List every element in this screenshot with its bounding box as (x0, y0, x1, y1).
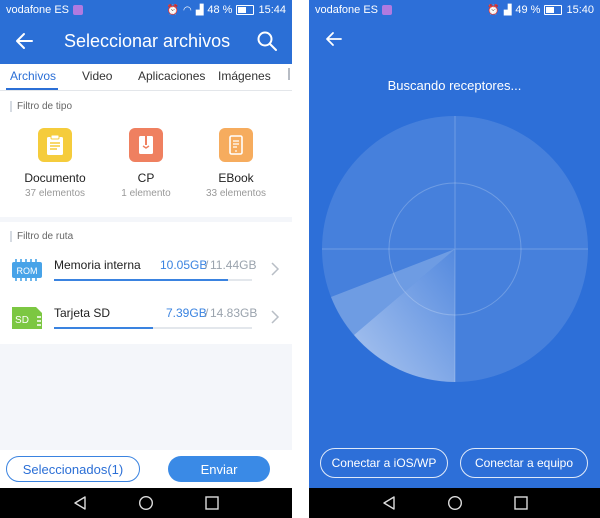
type-name: EBook (218, 171, 254, 185)
nav-recents-icon[interactable] (513, 495, 529, 511)
carrier-name: vodafone ES (315, 4, 378, 16)
sd-label: SD (15, 315, 29, 326)
nav-home-icon[interactable] (447, 495, 463, 511)
notification-icon (73, 5, 83, 15)
storage-separator: / (205, 306, 209, 320)
storage-total: 14.83GB (210, 306, 258, 320)
type-count: 37 elementos (24, 188, 86, 199)
connect-ios-wp-button[interactable]: Conectar a iOS/WP (320, 448, 448, 478)
back-arrow-icon[interactable] (12, 28, 38, 54)
storage-row-sd[interactable]: SD Tarjeta SD 7.39GB / 14.83GB (0, 296, 292, 338)
tab-archivos[interactable]: Archivos (10, 69, 56, 83)
chevron-right-icon (271, 310, 280, 324)
tab-video[interactable]: Video (82, 69, 112, 83)
tab-overflow-indicator (288, 68, 290, 80)
nav-home-icon[interactable] (138, 495, 154, 511)
storage-name: Tarjeta SD (54, 306, 111, 320)
storage-total: 11.44GB (210, 258, 257, 272)
tab-bar: Archivos Video Aplicaciones Imágenes (0, 64, 292, 91)
clock: 15:44 (258, 4, 286, 16)
battery-percent: 49 % (515, 4, 541, 16)
rom-chip-icon: ROM (12, 259, 42, 281)
selected-button[interactable]: Seleccionados(1) (6, 456, 140, 482)
signal-icon: ▟ (503, 4, 512, 16)
storage-used: 7.39GB (166, 306, 207, 320)
storage-separator: / (205, 258, 209, 272)
page-title: Seleccionar archivos (64, 31, 231, 51)
sd-card-icon: SD (12, 307, 42, 329)
search-icon[interactable] (256, 30, 278, 52)
status-bar: vodafone ES ⏰ ◠ ▟ 48 % 15:44 (0, 0, 292, 20)
battery-icon (236, 5, 255, 15)
storage-progress-track (54, 279, 252, 281)
chevron-right-icon (271, 262, 280, 276)
storage-row-internal[interactable]: ROM Memoria interna 10.05GB / 11.44GB (0, 248, 292, 290)
tab-aplicaciones[interactable]: Aplicaciones (138, 69, 205, 83)
alarm-icon: ⏰ (487, 4, 500, 16)
phone-right-receiver-search: vodafone ES ⏰ ▟ 49 % 15:40 Buscando rece… (309, 0, 600, 518)
phone-left-file-selector: vodafone ES ⏰ ◠ ▟ 48 % 15:44 Seleccionar… (0, 0, 292, 518)
nav-back-icon[interactable] (381, 495, 397, 511)
type-filter-label: Filtro de tipo (10, 101, 72, 112)
signal-icon: ▟ (195, 4, 204, 16)
storage-name: Memoria interna (54, 258, 141, 272)
bottom-action-bar: Seleccionados(1) Enviar (0, 450, 292, 488)
storage-progress-fill (54, 279, 228, 281)
wifi-icon: ◠ (182, 4, 192, 16)
rom-label: ROM (17, 266, 38, 276)
notification-icon (382, 5, 392, 15)
app-bar: Seleccionar archivos (0, 20, 292, 64)
clock: 15:40 (566, 4, 594, 16)
status-bar: vodafone ES ⏰ ▟ 49 % 15:40 (309, 0, 600, 20)
system-nav-bar (0, 488, 292, 518)
tab-imagenes[interactable]: Imágenes (218, 69, 271, 83)
storage-progress-track (54, 327, 252, 329)
search-status-title: Buscando receptores... (387, 78, 522, 93)
ebook-icon (219, 128, 253, 162)
carrier-name: vodafone ES (6, 4, 69, 16)
system-nav-bar (309, 488, 600, 518)
type-item-cp[interactable]: CP 1 elemento (106, 128, 186, 199)
alarm-icon: ⏰ (166, 4, 179, 16)
battery-icon (544, 5, 563, 15)
archive-icon (129, 128, 163, 162)
connect-pc-button[interactable]: Conectar a equipo (460, 448, 588, 478)
active-tab-indicator (6, 88, 58, 90)
type-name: CP (137, 171, 155, 185)
type-count: 1 elemento (121, 188, 171, 199)
nav-recents-icon[interactable] (204, 495, 220, 511)
send-button[interactable]: Enviar (168, 456, 270, 482)
radar-animation (322, 116, 588, 382)
clipboard-icon (38, 128, 72, 162)
type-item-documento[interactable]: Documento 37 elementos (15, 128, 95, 199)
type-name: Documento (24, 171, 86, 185)
type-item-ebook[interactable]: EBook 33 elementos (196, 128, 276, 199)
path-filter-label: Filtro de ruta (10, 231, 73, 242)
nav-back-icon[interactable] (72, 495, 88, 511)
back-arrow-icon[interactable] (323, 28, 345, 50)
storage-used: 10.05GB (160, 258, 208, 272)
storage-progress-fill (54, 327, 153, 329)
battery-percent: 48 % (207, 4, 233, 16)
type-count: 33 elementos (205, 188, 267, 199)
